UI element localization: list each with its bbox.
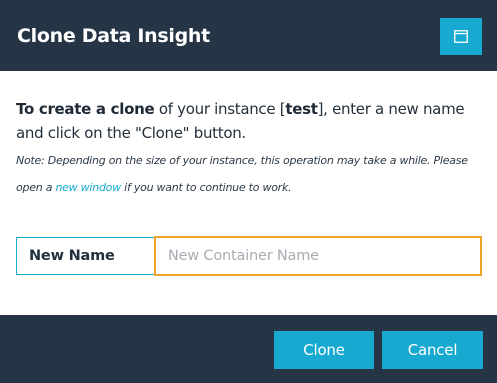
dialog-header: Clone Data Insight — [0, 0, 497, 71]
cancel-button[interactable]: Cancel — [382, 331, 483, 369]
intro-bold: To create a clone — [16, 100, 155, 118]
clone-dialog: Clone Data Insight To create a clone of … — [0, 0, 497, 383]
instance-name: test — [285, 100, 318, 118]
new-window-link[interactable]: new window — [55, 181, 121, 194]
dialog-body: To create a clone of your instance [test… — [0, 71, 497, 315]
dialog-title: Clone Data Insight — [17, 25, 210, 47]
open-window-button[interactable] — [440, 18, 482, 55]
dialog-footer: Clone Cancel — [0, 315, 497, 383]
new-name-input[interactable] — [154, 236, 482, 276]
clone-note: Note: Depending on the size of your inst… — [16, 147, 491, 201]
window-icon — [454, 30, 468, 43]
clone-button[interactable]: Clone — [274, 331, 374, 369]
clone-instructions: To create a clone of your instance [test… — [16, 97, 486, 145]
intro-text: of your instance [ — [154, 100, 286, 118]
new-name-label: New Name — [16, 237, 156, 275]
note-suffix: if you want to continue to work. — [120, 181, 292, 194]
